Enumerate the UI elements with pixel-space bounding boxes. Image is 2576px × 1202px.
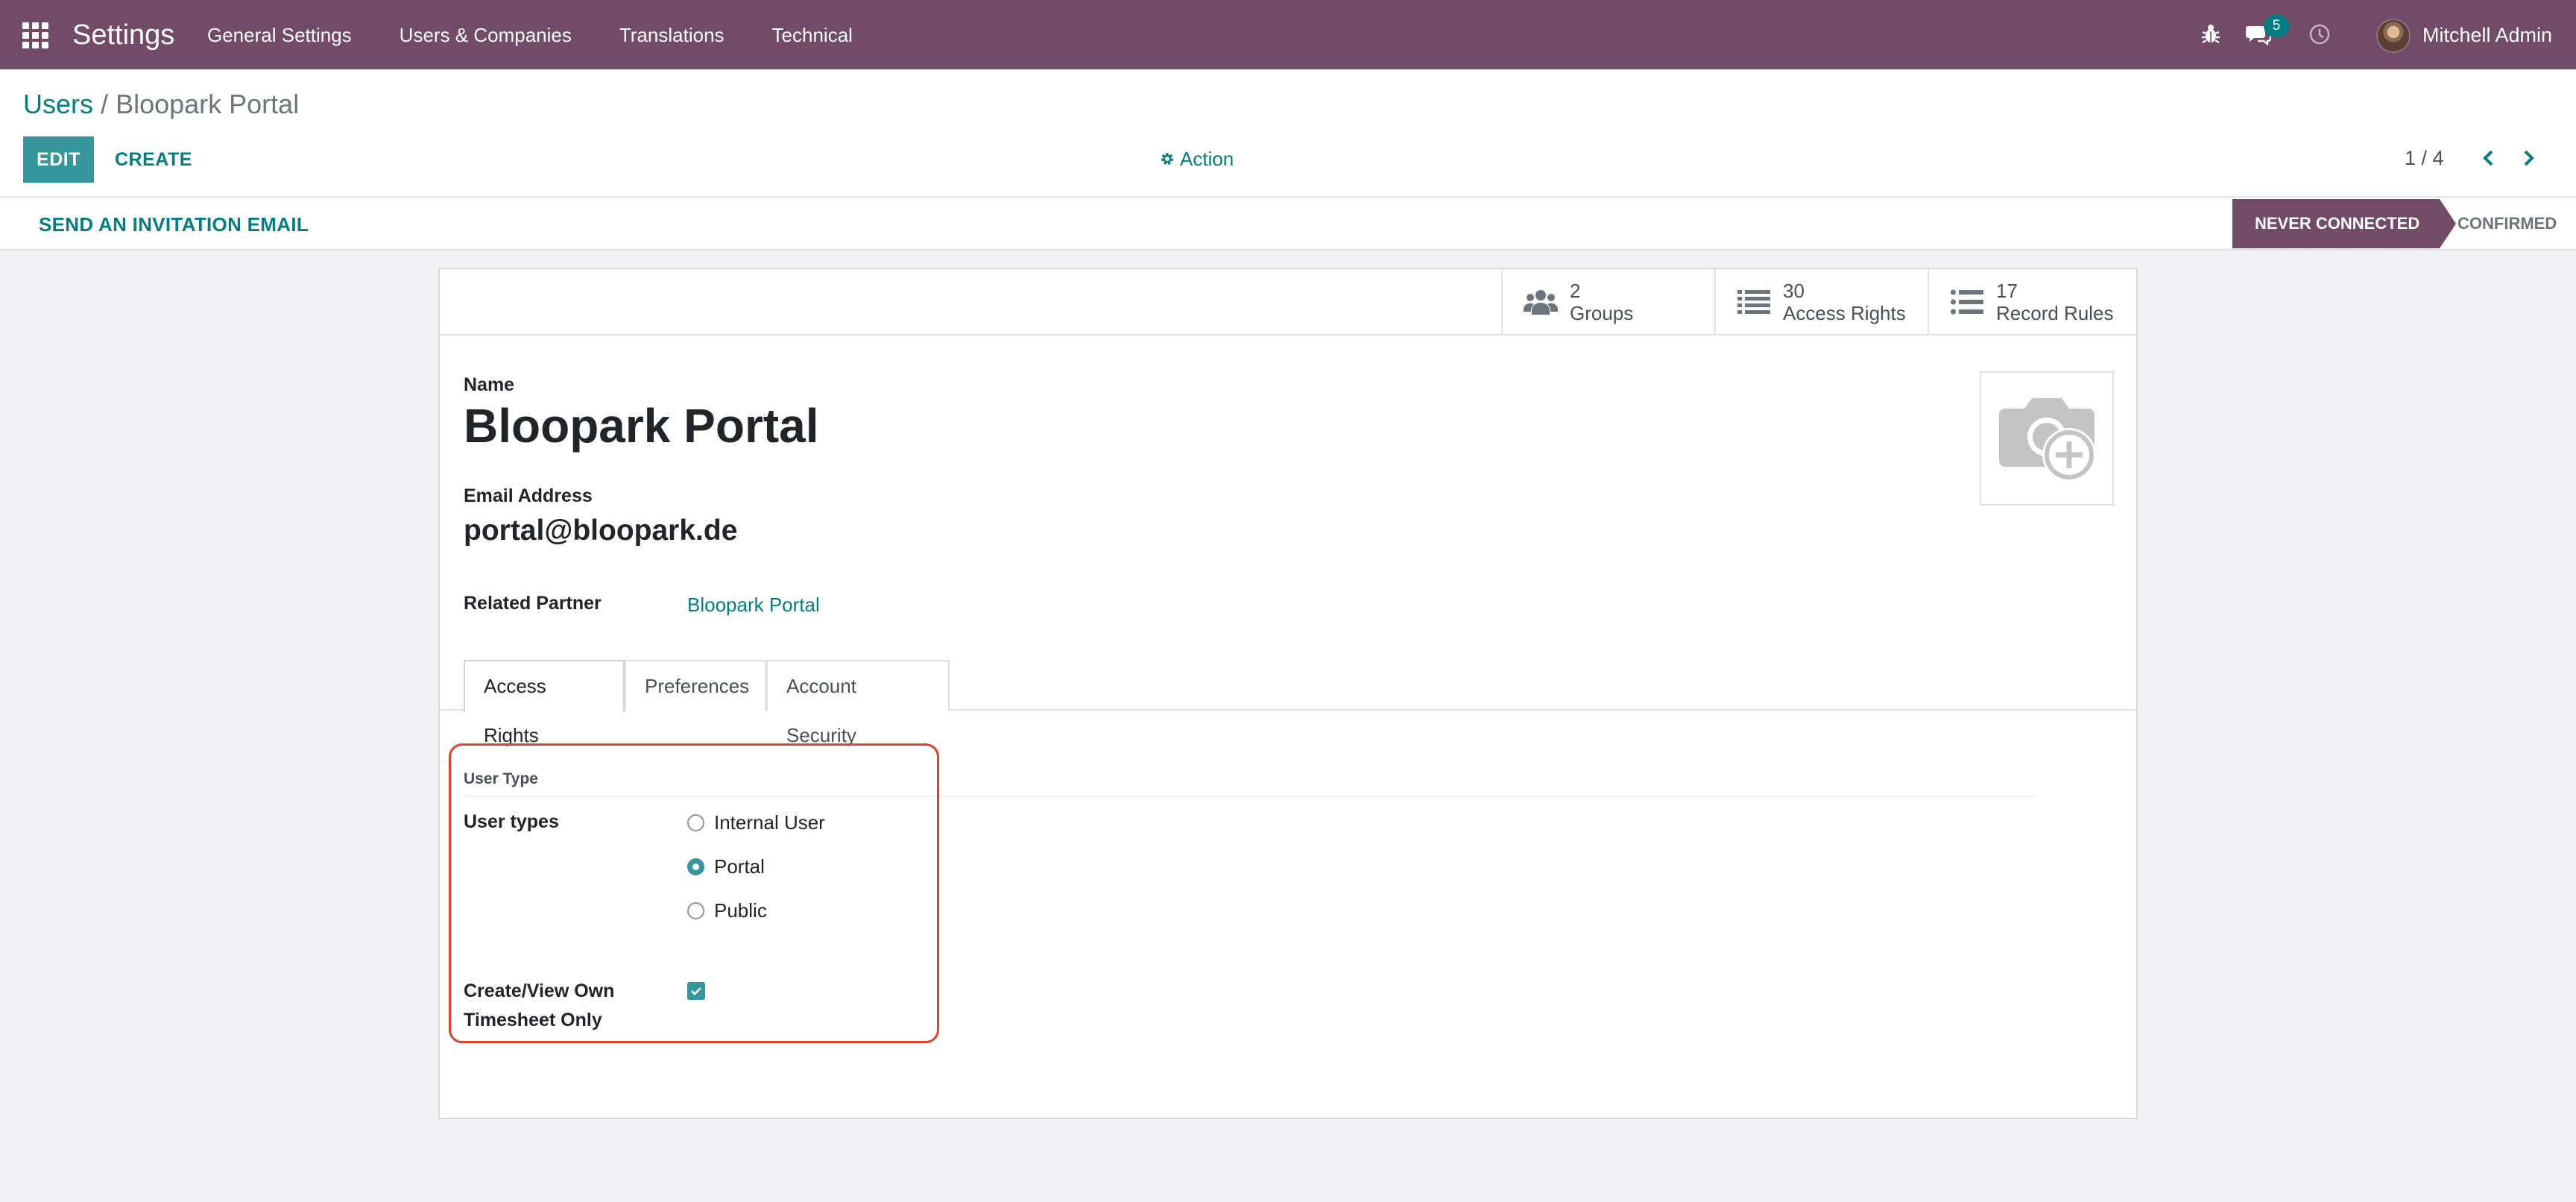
user-types-label: User types [464, 811, 559, 832]
groups-count: 2 [1570, 279, 1581, 302]
send-invitation-email-button[interactable]: SEND AN INVITATION EMAIL [39, 211, 309, 238]
apps-grid-icon[interactable] [22, 22, 49, 48]
menu-users-companies[interactable]: Users & Companies [400, 22, 572, 48]
breadcrumb-separator: / [101, 89, 109, 119]
check-icon [691, 987, 701, 995]
pager-value[interactable]: 1 / 4 [2405, 144, 2444, 172]
access-rights-count: 30 [1783, 279, 1805, 302]
radio-label: Portal [714, 855, 765, 878]
chevron-left-icon [2483, 150, 2493, 166]
name-value: Bloopark Portal [464, 399, 819, 453]
record-rules-count: 17 [1996, 279, 2018, 302]
record-rules-smart-button[interactable]: 17 Record Rules [1928, 269, 2139, 334]
radio-button-selected[interactable] [687, 858, 704, 875]
avatar-image-field[interactable] [1980, 371, 2114, 506]
breadcrumb: Users / Bloopark Portal [23, 87, 299, 122]
group-separator [464, 796, 2036, 797]
bug-icon[interactable] [2200, 22, 2221, 45]
pager-previous-button[interactable] [2475, 145, 2501, 171]
chat-count-badge: 5 [2264, 15, 2289, 37]
email-value: portal@bloopark.de [464, 515, 738, 547]
tab-account-security[interactable]: Account Security [766, 660, 950, 746]
email-label: Email Address [464, 485, 593, 506]
radio-label: Internal User [714, 811, 825, 834]
action-label: Action [1180, 148, 1234, 170]
user-type-group-title: User Type [464, 770, 538, 787]
list-icon [1951, 289, 1983, 314]
form-sheet: 2 Groups 30 Access Rights 17 Record Rule… [438, 268, 2138, 1119]
edit-button[interactable]: EDIT [23, 136, 94, 183]
clock-icon[interactable] [2308, 23, 2331, 45]
tab-preferences[interactable]: Preferences [625, 660, 766, 711]
menu-technical[interactable]: Technical [772, 22, 853, 48]
list-icon [1737, 289, 1770, 314]
radio-button[interactable] [687, 814, 704, 831]
user-avatar[interactable] [2376, 19, 2411, 53]
tab-access-rights[interactable]: Access Rights [464, 660, 625, 746]
gear-icon [1161, 153, 1173, 165]
timesheet-checkbox[interactable] [687, 982, 705, 1000]
radio-button[interactable] [687, 902, 704, 919]
pager-next-button[interactable] [2516, 145, 2542, 171]
smart-button-box: 2 Groups 30 Access Rights 17 Record Rule… [440, 269, 2136, 336]
stage-never-connected[interactable]: NEVER CONNECTED [2232, 199, 2456, 248]
timesheet-label-line1: Create/View Own [464, 981, 615, 1001]
radio-label: Public [714, 899, 767, 922]
related-partner-link[interactable]: Bloopark Portal [687, 591, 820, 618]
menu-translations[interactable]: Translations [619, 22, 724, 48]
user-menu-name[interactable]: Mitchell Admin [2422, 22, 2552, 48]
radio-public[interactable]: Public [687, 897, 767, 924]
breadcrumb-current: Bloopark Portal [116, 89, 300, 119]
stage-confirmed[interactable]: CONFIRMED [2457, 199, 2557, 248]
groups-label: Groups [1570, 301, 1634, 324]
users-icon [1524, 289, 1558, 315]
access-rights-label: Access Rights [1783, 301, 1906, 324]
record-rules-label: Record Rules [1996, 301, 2114, 324]
create-button[interactable]: CREATE [107, 136, 200, 183]
access-rights-smart-button[interactable]: 30 Access Rights [1714, 269, 1928, 334]
related-partner-label: Related Partner [464, 593, 602, 614]
groups-smart-button[interactable]: 2 Groups [1501, 269, 1714, 334]
notebook-tabs: Access Rights Preferences Account Securi… [440, 660, 2136, 746]
action-dropdown[interactable]: Action [1160, 145, 1234, 173]
radio-portal[interactable]: Portal [687, 853, 765, 880]
camera-add-icon [1999, 398, 2096, 482]
name-label: Name [464, 374, 515, 395]
radio-internal-user[interactable]: Internal User [687, 809, 825, 836]
control-panel: Users / Bloopark Portal EDIT CREATE Acti… [0, 69, 2576, 198]
app-title[interactable]: Settings [72, 17, 174, 53]
timesheet-label-line2: Timesheet Only [464, 1010, 602, 1030]
top-menu: General Settings Users & Companies Trans… [207, 22, 900, 48]
chevron-right-icon [2524, 150, 2534, 166]
breadcrumb-users-link[interactable]: Users [23, 89, 93, 119]
form-statusbar: SEND AN INVITATION EMAIL NEVER CONNECTED… [0, 198, 2576, 251]
top-navbar: Settings General Settings Users & Compan… [0, 0, 2576, 69]
menu-general-settings[interactable]: General Settings [207, 22, 352, 48]
